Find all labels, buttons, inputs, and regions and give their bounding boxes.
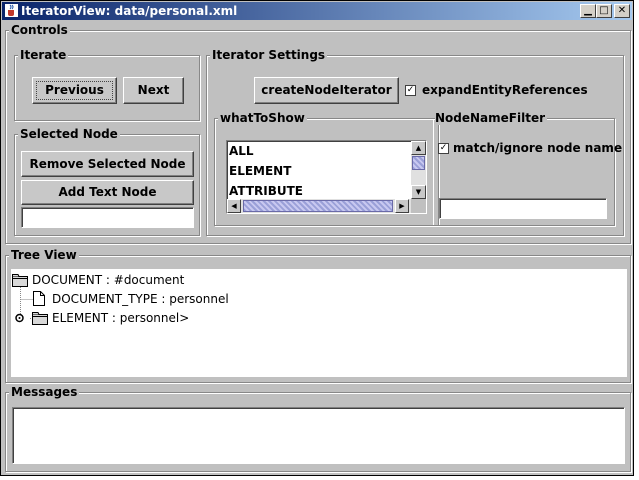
minimize-icon: ▁ (584, 5, 592, 16)
arrow-left-icon: ◀ (231, 202, 237, 210)
scroll-left-button[interactable]: ◀ (227, 199, 241, 213)
title-bar[interactable]: IteratorView: data/personal.xml ▁ □ ✕ (2, 2, 632, 20)
file-icon (33, 291, 45, 306)
vertical-scroll-thumb[interactable] (412, 156, 425, 170)
messages-label: Messages (9, 385, 80, 399)
folder-open-icon (12, 274, 28, 287)
list-item[interactable]: ATTRIBUTE (229, 184, 303, 198)
tree-node-document[interactable]: DOCUMENT : #document (32, 273, 184, 287)
close-icon: ✕ (617, 5, 627, 16)
expand-entity-references-label: expandEntityReferences (422, 83, 588, 97)
selected-node-label: Selected Node (18, 127, 120, 141)
java-cup-icon (5, 4, 18, 17)
horizontal-scroll-thumb[interactable] (243, 200, 393, 212)
minimize-button[interactable]: ▁ (580, 4, 596, 18)
close-button[interactable]: ✕ (614, 4, 630, 18)
folder-icon (32, 312, 48, 325)
list-item[interactable]: ELEMENT (229, 164, 291, 178)
list-item[interactable]: ALL (229, 144, 254, 158)
iterate-label: Iterate (18, 48, 69, 62)
match-node-name-checkbox[interactable]: ✓ (438, 143, 449, 154)
arrow-up-icon: ▲ (415, 144, 422, 152)
match-node-name-label: match/ignore node name (453, 141, 623, 155)
scroll-right-button[interactable]: ▶ (395, 199, 409, 213)
expand-entity-references-checkbox[interactable]: ✓ (405, 85, 416, 96)
text-node-field[interactable] (21, 207, 194, 228)
what-to-show-label: whatToShow (218, 111, 307, 125)
node-name-filter-field[interactable] (439, 198, 607, 219)
scrollbar-corner (411, 199, 426, 213)
previous-button[interactable]: Previous (32, 77, 117, 104)
next-button[interactable]: Next (123, 77, 184, 104)
create-node-iterator-button[interactable]: createNodeIterator (254, 77, 399, 104)
controls-label: Controls (9, 23, 70, 37)
what-to-show-list[interactable]: ALL ELEMENT ATTRIBUTE ▲ ▼ ◀ ▶ (226, 140, 427, 214)
add-text-node-button[interactable]: Add Text Node (21, 180, 194, 205)
scroll-down-button[interactable]: ▼ (411, 185, 426, 199)
arrow-down-icon: ▼ (415, 188, 422, 196)
checkmark-icon: ✓ (439, 143, 448, 153)
node-name-filter-label: NodeNameFilter (435, 111, 548, 125)
window-title: IteratorView: data/personal.xml (21, 4, 238, 18)
tree-node-element[interactable]: ELEMENT : personnel> (52, 311, 189, 325)
expand-toggle-icon[interactable] (15, 313, 25, 323)
scroll-up-button[interactable]: ▲ (411, 141, 426, 155)
tree-view[interactable]: DOCUMENT : #document DOCUMENT_TYPE : per… (11, 269, 627, 377)
maximize-button[interactable]: □ (596, 4, 612, 18)
maximize-icon: □ (599, 5, 609, 16)
arrow-right-icon: ▶ (399, 202, 405, 210)
horizontal-scrollbar[interactable]: ◀ ▶ (227, 199, 411, 213)
checkmark-icon: ✓ (406, 85, 415, 95)
remove-selected-node-button[interactable]: Remove Selected Node (21, 151, 194, 177)
tree-view-edge (627, 269, 630, 377)
iterator-settings-label: Iterator Settings (210, 48, 328, 62)
tree-view-label: Tree View (9, 248, 79, 262)
vertical-scrollbar[interactable]: ▲ ▼ (411, 141, 426, 199)
tree-node-document-type[interactable]: DOCUMENT_TYPE : personnel (52, 292, 229, 306)
messages-area[interactable] (12, 407, 625, 464)
app-window: IteratorView: data/personal.xml ▁ □ ✕ Co… (0, 0, 634, 476)
